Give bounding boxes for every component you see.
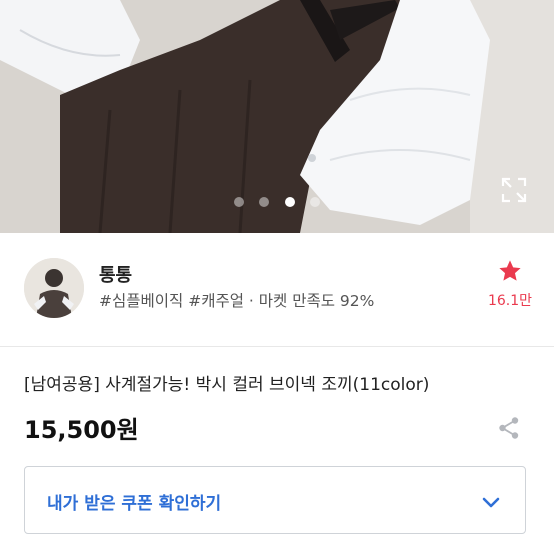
chevron-down-icon (482, 497, 500, 508)
shop-name[interactable]: 통통 (99, 261, 132, 287)
favorite-count: 16.1만 (487, 293, 533, 309)
favorite-button[interactable]: 16.1만 (482, 258, 538, 310)
carousel-indicator (0, 192, 554, 211)
star-icon (499, 260, 521, 281)
carousel-dot[interactable] (309, 197, 320, 207)
coupon-check-button[interactable]: 내가 받은 쿠폰 확인하기 (24, 466, 526, 534)
shop-info[interactable]: 통통 #심플베이직 #캐주얼 · 마켓 만족도 92% 16.1만 (0, 233, 554, 347)
carousel-dot[interactable] (234, 197, 245, 207)
shop-avatar[interactable] (24, 258, 84, 318)
product-price: 15,500원 (24, 416, 139, 444)
coupon-label: 내가 받은 쿠폰 확인하기 (47, 494, 222, 514)
product-title: [남여공용] 사계절가능! 박시 컬러 브이넥 조끼(11color) (24, 375, 430, 395)
expand-icon[interactable] (500, 176, 528, 204)
carousel-dot[interactable] (259, 197, 270, 207)
shop-tags: #심플베이직 #캐주얼 · 마켓 만족도 92% (99, 292, 375, 310)
share-icon[interactable] (496, 415, 522, 441)
product-image-carousel[interactable] (0, 0, 554, 233)
carousel-dot-active[interactable] (284, 197, 295, 207)
